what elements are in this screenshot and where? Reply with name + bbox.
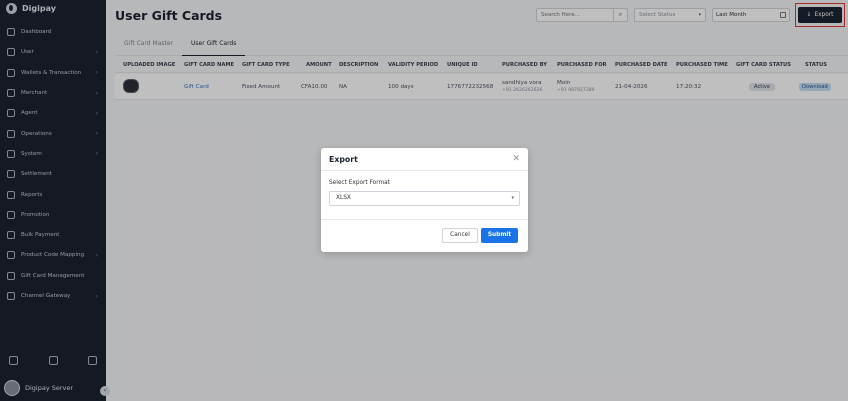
modal-title: Export bbox=[329, 155, 358, 164]
cancel-button[interactable]: Cancel bbox=[442, 228, 478, 243]
export-format-select[interactable]: XLSX ▾ bbox=[329, 191, 520, 206]
chevron-down-icon: ▾ bbox=[511, 195, 514, 201]
submit-button[interactable]: Submit bbox=[481, 228, 518, 243]
export-format-label: Select Export Format bbox=[329, 180, 390, 186]
export-format-value: XLSX bbox=[336, 195, 351, 201]
modal-divider bbox=[321, 219, 528, 220]
close-icon[interactable]: ✕ bbox=[512, 154, 520, 164]
modal-divider bbox=[321, 170, 528, 171]
